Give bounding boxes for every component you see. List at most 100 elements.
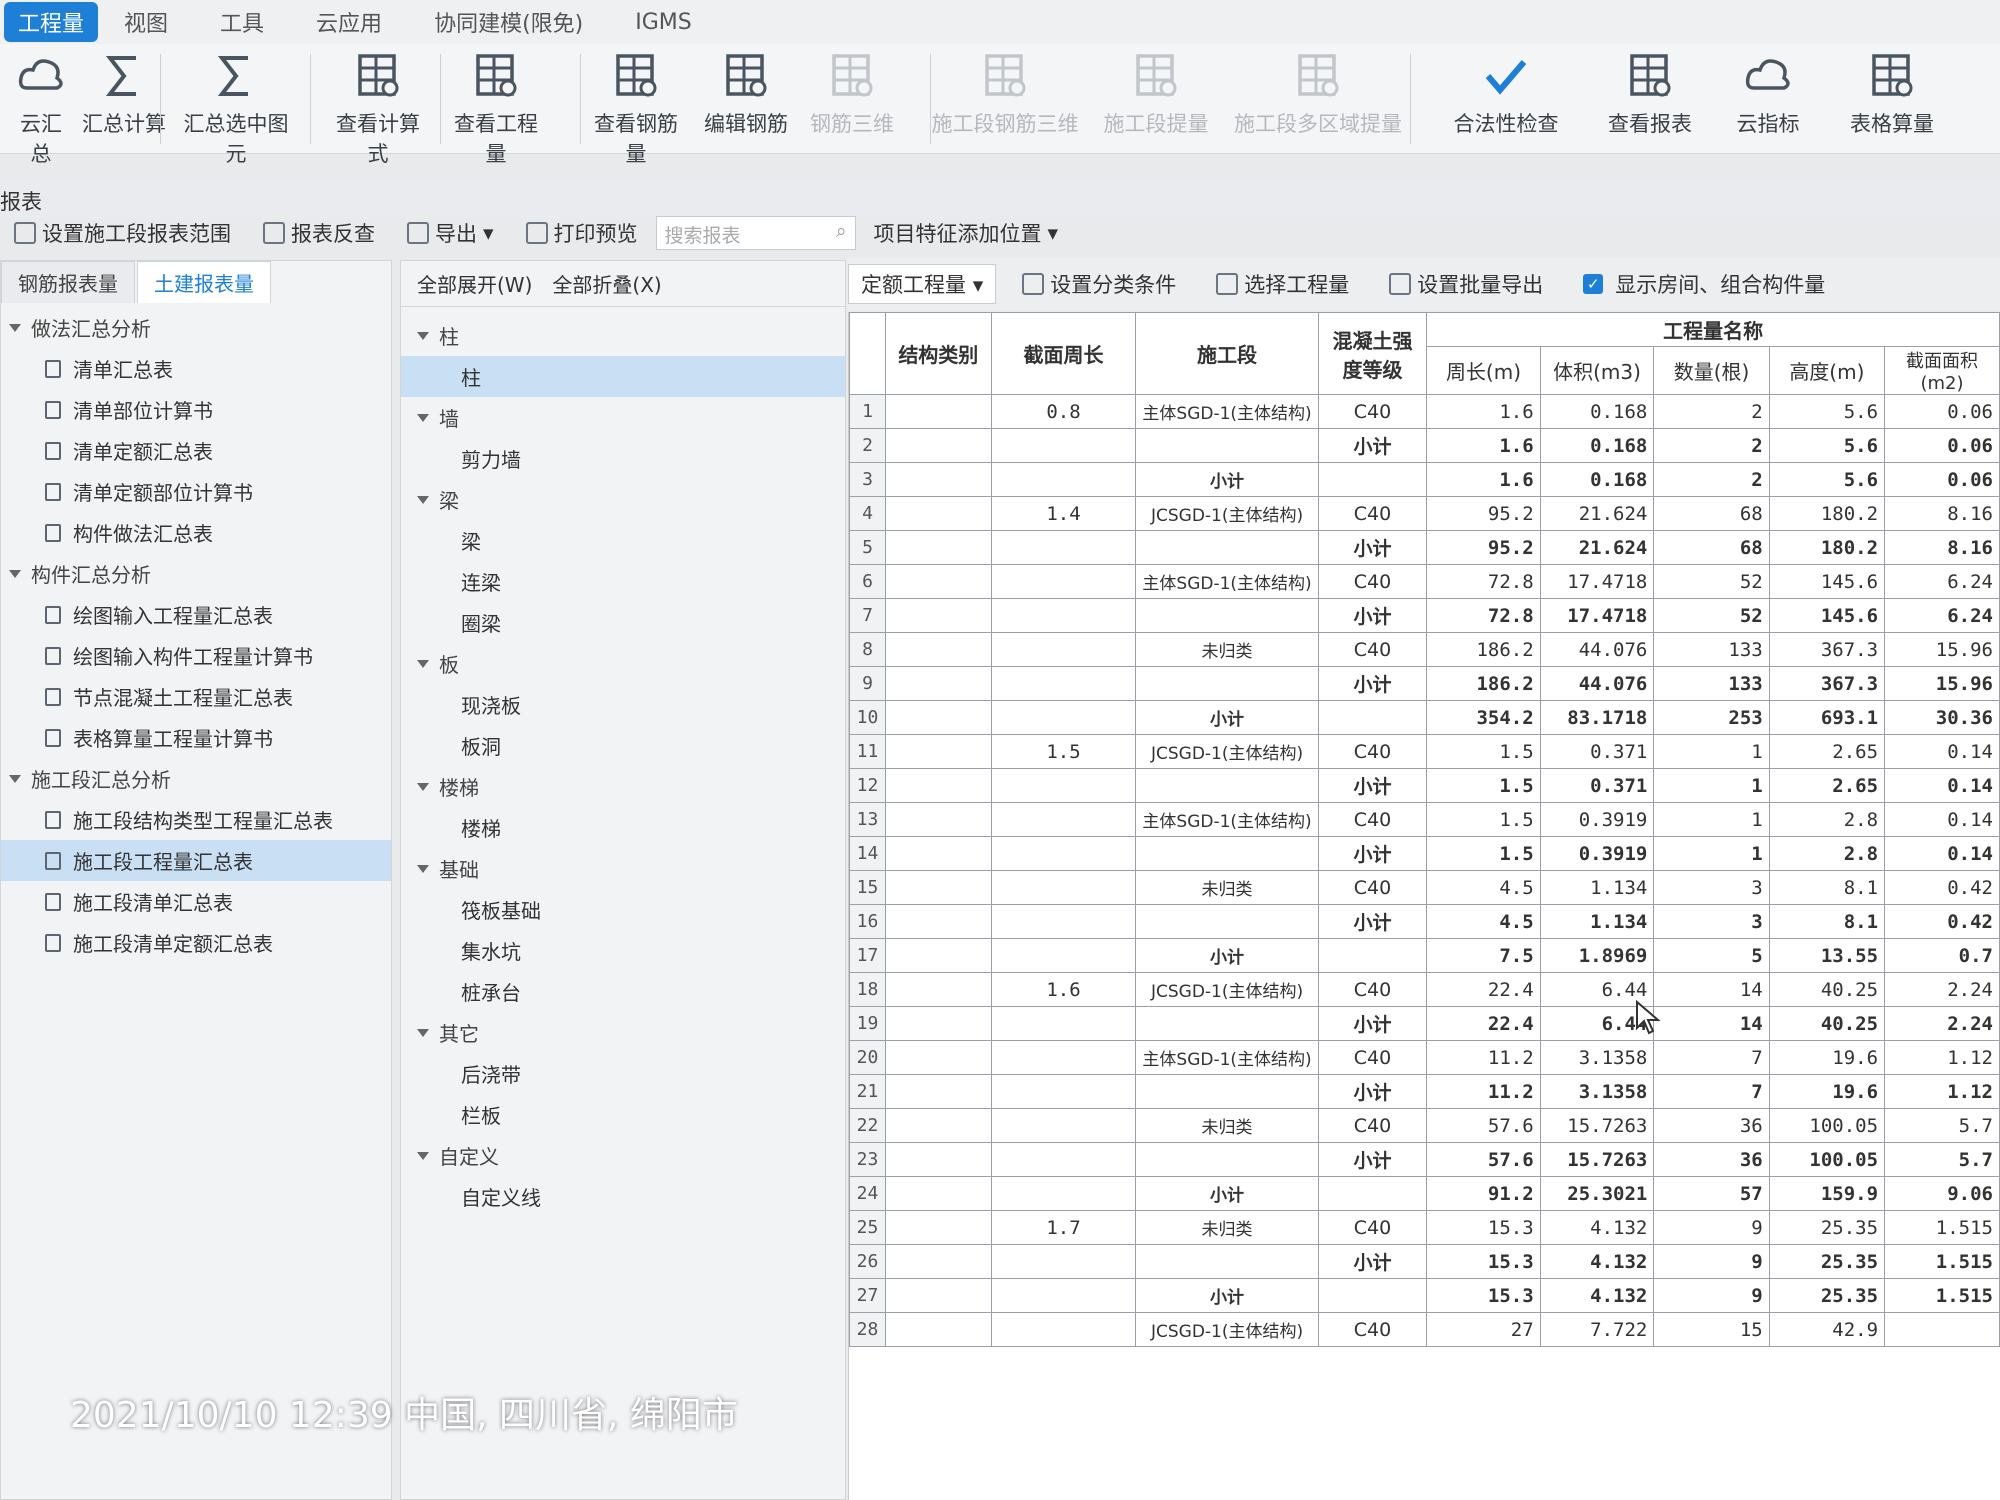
tree-group[interactable]: 板 xyxy=(401,643,845,684)
tree-item[interactable]: 现浇板 xyxy=(401,684,845,725)
ribbon-button-7[interactable]: 钢筋三维 xyxy=(810,50,894,138)
set-range-button[interactable]: 设置施工段报表范围 xyxy=(0,218,245,248)
tree-item[interactable]: 筏板基础 xyxy=(401,889,845,930)
tree-group[interactable]: 柱 xyxy=(401,315,845,356)
table-row[interactable]: 26 小计 15.3 4.132 9 25.35 1.515 xyxy=(849,1244,2000,1279)
menu-item-2[interactable]: 工具 xyxy=(194,6,290,38)
ribbon-button-0[interactable]: 云汇总 xyxy=(10,50,72,168)
collapse-all-button[interactable]: 全部折叠(X) xyxy=(552,269,661,298)
table-row[interactable]: 13 主体SGD-1(主体结构) C40 1.5 0.3919 1 2.8 0.14 xyxy=(849,802,2000,837)
export-button[interactable]: 导出 ▾ xyxy=(393,218,508,248)
tree-item[interactable]: 梁 xyxy=(401,520,845,561)
tree-item[interactable]: 节点混凝土工程量汇总表 xyxy=(1,676,391,717)
classify-button[interactable]: 设置分类条件 xyxy=(1008,269,1190,299)
ribbon-button-3[interactable]: 查看计算式 xyxy=(326,50,430,168)
tree-item[interactable]: 绘图输入构件工程量计算书 xyxy=(1,635,391,676)
tree-item[interactable]: 剪力墙 xyxy=(401,438,845,479)
tree-item[interactable]: 清单定额汇总表 xyxy=(1,430,391,471)
expand-all-button[interactable]: 全部展开(W) xyxy=(417,269,532,298)
menu-item-0[interactable]: 工程量 xyxy=(4,2,99,42)
tab-civil-report[interactable]: 土建报表量 xyxy=(137,261,271,303)
table-row[interactable]: 16 小计 4.5 1.134 3 8.1 0.42 xyxy=(849,904,2000,939)
table-row[interactable]: 9 小计 186.2 44.076 133 367.3 15.96 xyxy=(849,666,2000,701)
ribbon-button-5[interactable]: 查看钢筋量 xyxy=(584,50,688,168)
table-row[interactable]: 23 小计 57.6 15.7263 36 100.05 5.7 xyxy=(849,1142,2000,1177)
quota-dropdown[interactable]: 定额工程量 ▾ xyxy=(848,264,997,304)
table-row[interactable]: 7 小计 72.8 17.4718 52 145.6 6.24 xyxy=(849,598,2000,633)
table-row[interactable]: 17 小计 7.5 1.8969 5 13.55 0.7 xyxy=(849,938,2000,973)
table-row[interactable]: 20 主体SGD-1(主体结构) C40 11.2 3.1358 7 19.6 1.12 xyxy=(849,1040,2000,1075)
table-row[interactable]: 10 小计 354.2 83.1718 253 693.1 30.36 xyxy=(849,700,2000,735)
table-row[interactable]: 5 小计 95.2 21.624 68 180.2 8.16 xyxy=(849,530,2000,565)
tree-item[interactable]: 施工段工程量汇总表 xyxy=(1,840,391,881)
tree-item[interactable]: 栏板 xyxy=(401,1094,845,1135)
feature-position-dropdown[interactable]: 项目特征添加位置 ▾ xyxy=(860,218,1073,248)
select-quantity-button[interactable]: 选择工程量 xyxy=(1202,269,1363,299)
tree-group[interactable]: 施工段汇总分析 xyxy=(1,758,391,799)
tree-item[interactable]: 施工段清单定额汇总表 xyxy=(1,922,391,963)
batch-export-button[interactable]: 设置批量导出 xyxy=(1375,269,1557,299)
ribbon-button-8[interactable]: 施工段钢筋三维 xyxy=(930,50,1080,138)
tree-item[interactable]: 清单部位计算书 xyxy=(1,389,391,430)
table-row[interactable]: 14 小计 1.5 0.3919 1 2.8 0.14 xyxy=(849,836,2000,871)
tree-item[interactable]: 集水坑 xyxy=(401,930,845,971)
tree-group[interactable]: 做法汇总分析 xyxy=(1,307,391,348)
tree-item[interactable]: 清单汇总表 xyxy=(1,348,391,389)
tree-group[interactable]: 梁 xyxy=(401,479,845,520)
menu-item-1[interactable]: 视图 xyxy=(98,6,194,38)
table-row[interactable]: 28 JCSGD-1(主体结构) C40 27 7.722 15 42.9 xyxy=(849,1312,2000,1347)
table-row[interactable]: 4 1.4 JCSGD-1(主体结构) C40 95.2 21.624 68 180.2 8.1… xyxy=(849,496,2000,531)
ribbon-button-6[interactable]: 编辑钢筋 xyxy=(704,50,788,138)
tree-item[interactable]: 构件做法汇总表 xyxy=(1,512,391,553)
tree-group[interactable]: 其它 xyxy=(401,1012,845,1053)
table-row[interactable]: 22 未归类 C40 57.6 15.7263 36 100.05 5.7 xyxy=(849,1108,2000,1143)
tree-item[interactable]: 施工段结构类型工程量汇总表 xyxy=(1,799,391,840)
tree-item[interactable]: 后浇带 xyxy=(401,1053,845,1094)
table-row[interactable]: 19 小计 22.4 6.44 14 40.25 2.24 xyxy=(849,1006,2000,1041)
ribbon-button-12[interactable]: 查看报表 xyxy=(1600,50,1700,138)
reverse-button[interactable]: 报表反查 xyxy=(249,218,389,248)
table-row[interactable]: 2 小计 1.6 0.168 2 5.6 0.06 xyxy=(849,428,2000,463)
tree-item[interactable]: 绘图输入工程量汇总表 xyxy=(1,594,391,635)
tree-item[interactable]: 柱 xyxy=(401,356,845,397)
ribbon-button-13[interactable]: 云指标 xyxy=(1730,50,1806,138)
table-row[interactable]: 3 小计 1.6 0.168 2 5.6 0.06 xyxy=(849,462,2000,497)
table-row[interactable]: 12 小计 1.5 0.371 1 2.65 0.14 xyxy=(849,768,2000,803)
show-room-checkbox[interactable]: ✓ 显示房间、组合构件量 xyxy=(1569,269,1839,299)
tree-group[interactable]: 楼梯 xyxy=(401,766,845,807)
menu-item-5[interactable]: IGMS xyxy=(609,10,717,35)
table-row[interactable]: 6 主体SGD-1(主体结构) C40 72.8 17.4718 52 145.6 6.24 xyxy=(849,564,2000,599)
table-row[interactable]: 27 小计 15.3 4.132 9 25.35 1.515 xyxy=(849,1278,2000,1313)
tree-group[interactable]: 构件汇总分析 xyxy=(1,553,391,594)
tree-item[interactable]: 自定义线 xyxy=(401,1176,845,1217)
tree-item[interactable]: 圈梁 xyxy=(401,602,845,643)
table-row[interactable]: 15 未归类 C40 4.5 1.134 3 8.1 0.42 xyxy=(849,870,2000,905)
table-row[interactable]: 24 小计 91.2 25.3021 57 159.9 9.06 xyxy=(849,1176,2000,1211)
ribbon-button-4[interactable]: 查看工程量 xyxy=(444,50,548,168)
tree-item[interactable]: 连梁 xyxy=(401,561,845,602)
table-row[interactable]: 25 1.7 未归类 C40 15.3 4.132 9 25.35 1.515 xyxy=(849,1210,2000,1245)
table-row[interactable]: 1 0.8 主体SGD-1(主体结构) C40 1.6 0.168 2 5.6 0.06 xyxy=(849,394,2000,429)
print-preview-button[interactable]: 打印预览 xyxy=(512,218,652,248)
ribbon-button-14[interactable]: 表格算量 xyxy=(1840,50,1944,138)
menu-item-4[interactable]: 协同建模(限免) xyxy=(408,6,609,38)
menu-item-3[interactable]: 云应用 xyxy=(290,6,408,38)
tree-group[interactable]: 墙 xyxy=(401,397,845,438)
table-row[interactable]: 11 1.5 JCSGD-1(主体结构) C40 1.5 0.371 1 2.65 0.14 xyxy=(849,734,2000,769)
table-row[interactable]: 18 1.6 JCSGD-1(主体结构) C40 22.4 6.44 14 40.25 2.24 xyxy=(849,972,2000,1007)
tree-item[interactable]: 板洞 xyxy=(401,725,845,766)
ribbon-button-10[interactable]: 施工段多区域提量 xyxy=(1228,50,1408,138)
ribbon-button-2[interactable]: 汇总选中图元 xyxy=(176,50,296,168)
table-row[interactable]: 21 小计 11.2 3.1358 7 19.6 1.12 xyxy=(849,1074,2000,1109)
table-row[interactable]: 8 未归类 C40 186.2 44.076 133 367.3 15.96 xyxy=(849,632,2000,667)
ribbon-button-9[interactable]: 施工段提量 xyxy=(1100,50,1212,138)
ribbon-button-1[interactable]: 汇总计算 xyxy=(82,50,166,138)
tree-item[interactable]: 清单定额部位计算书 xyxy=(1,471,391,512)
tree-group[interactable]: 自定义 xyxy=(401,1135,845,1176)
tree-item[interactable]: 表格算量工程量计算书 xyxy=(1,717,391,758)
search-input[interactable]: 搜索报表 ⌕ xyxy=(655,216,856,250)
tab-rebar-report[interactable]: 钢筋报表量 xyxy=(1,261,135,303)
tree-item[interactable]: 楼梯 xyxy=(401,807,845,848)
tree-item[interactable]: 施工段清单汇总表 xyxy=(1,881,391,922)
tree-item[interactable]: 桩承台 xyxy=(401,971,845,1012)
